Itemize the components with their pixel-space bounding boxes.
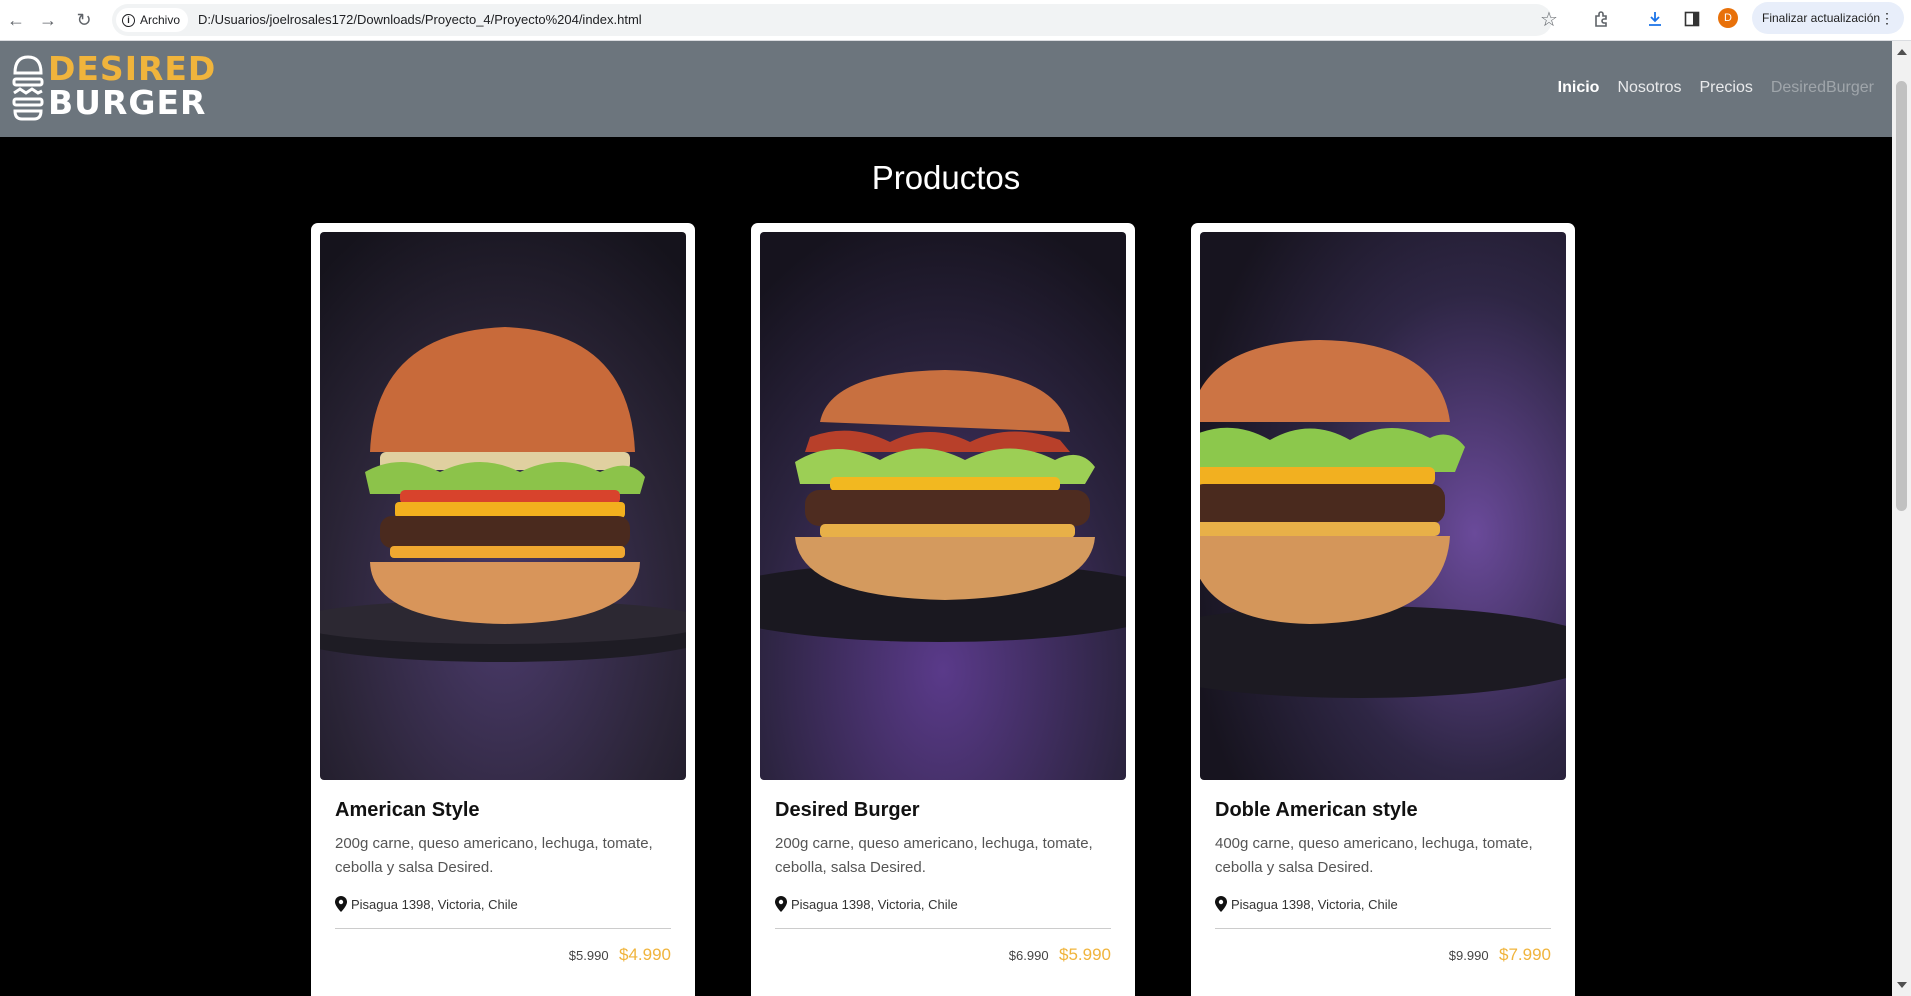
product-card[interactable]: American Style 200g carne, queso america… [311,223,695,996]
product-image [320,232,686,780]
scroll-down-arrow-icon[interactable] [1897,982,1907,988]
nav-nosotros[interactable]: Nosotros [1617,79,1681,97]
card-body: Doble American style 400g carne, queso a… [1215,799,1551,965]
back-icon[interactable]: ← [2,6,30,34]
logo-text-burger: BURGER [48,83,207,122]
sale-price: $7.990 [1499,945,1551,964]
product-name: American Style [335,799,480,821]
browser-toolbar: ← → ↻ i Archivo D:/Usuarios/joelrosales1… [0,0,1911,41]
burger-logo-icon [12,55,44,121]
nav-precios[interactable]: Precios [1699,79,1752,97]
product-name: Doble American style [1215,799,1418,821]
site-chip-label: Archivo [140,13,181,27]
product-name: Desired Burger [775,799,920,821]
bookmark-star-icon[interactable]: ☆ [1540,7,1558,32]
site-info-chip[interactable]: i Archivo [116,8,189,32]
product-description: 200g carne, queso americano, lechuga, to… [775,835,1093,876]
side-panel-icon[interactable] [1680,7,1704,31]
product-image [1200,232,1566,780]
reload-icon[interactable]: ↻ [70,6,98,34]
extensions-icon[interactable] [1590,7,1614,31]
old-price: $9.990 [1448,948,1489,963]
product-card[interactable]: Doble American style 400g carne, queso a… [1191,223,1575,996]
main-menu: Inicio Nosotros Precios DesiredBurger [1558,79,1874,97]
old-price: $5.990 [568,948,609,963]
product-description: 200g carne, queso americano, lechuga, to… [335,835,653,876]
brand-logo[interactable]: DESIRED BURGER [12,51,215,125]
update-button-label: Finalizar actualización [1762,11,1881,25]
info-icon: i [122,13,135,27]
more-menu-icon[interactable]: ⋮ [1880,10,1894,27]
map-pin-icon [1215,896,1227,912]
section-title: Productos [871,159,1021,196]
price-row: $6.990 $5.990 [775,945,1111,965]
price-row: $5.990 $4.990 [335,945,671,965]
product-location: Pisagua 1398, Victoria, Chile [1215,896,1551,912]
logo-text-desired: DESIRED [48,49,217,88]
location-text: Pisagua 1398, Victoria, Chile [351,896,518,912]
profile-avatar[interactable]: D [1718,8,1738,28]
card-body: Desired Burger 200g carne, queso america… [775,799,1111,965]
product-location: Pisagua 1398, Victoria, Chile [335,896,671,912]
sale-price: $5.990 [1059,945,1111,964]
map-pin-icon [775,896,787,912]
site-navbar: DESIRED BURGER Inicio Nosotros Precios D… [0,41,1892,137]
price-row: $9.990 $7.990 [1215,945,1551,965]
url-text[interactable]: D:/Usuarios/joelrosales172/Downloads/Pro… [198,12,642,27]
card-divider [335,928,671,929]
sale-price: $4.990 [619,945,671,964]
update-button[interactable]: Finalizar actualización ⋮ [1752,2,1904,34]
product-description: 400g carne, queso americano, lechuga, to… [1215,835,1533,876]
nav-inicio[interactable]: Inicio [1558,79,1600,97]
scrollbar-thumb[interactable] [1896,81,1907,511]
map-pin-icon [335,896,347,912]
card-body: American Style 200g carne, queso america… [335,799,671,965]
nav-desiredburger: DesiredBurger [1770,79,1874,96]
card-divider [1215,928,1551,929]
location-text: Pisagua 1398, Victoria, Chile [1231,896,1398,912]
location-text: Pisagua 1398, Victoria, Chile [791,896,958,912]
product-card[interactable]: Desired Burger 200g carne, queso america… [751,223,1135,996]
page-scrollbar[interactable] [1892,41,1911,996]
product-image [760,232,1126,780]
download-icon[interactable] [1643,7,1667,31]
forward-icon[interactable]: → [34,6,62,34]
old-price: $6.990 [1008,948,1049,963]
scroll-up-arrow-icon[interactable] [1897,49,1907,55]
page-viewport: DESIRED BURGER Inicio Nosotros Precios D… [0,41,1892,996]
address-bar[interactable]: i Archivo D:/Usuarios/joelrosales172/Dow… [112,4,1552,36]
card-divider [775,928,1111,929]
product-location: Pisagua 1398, Victoria, Chile [775,896,1111,912]
